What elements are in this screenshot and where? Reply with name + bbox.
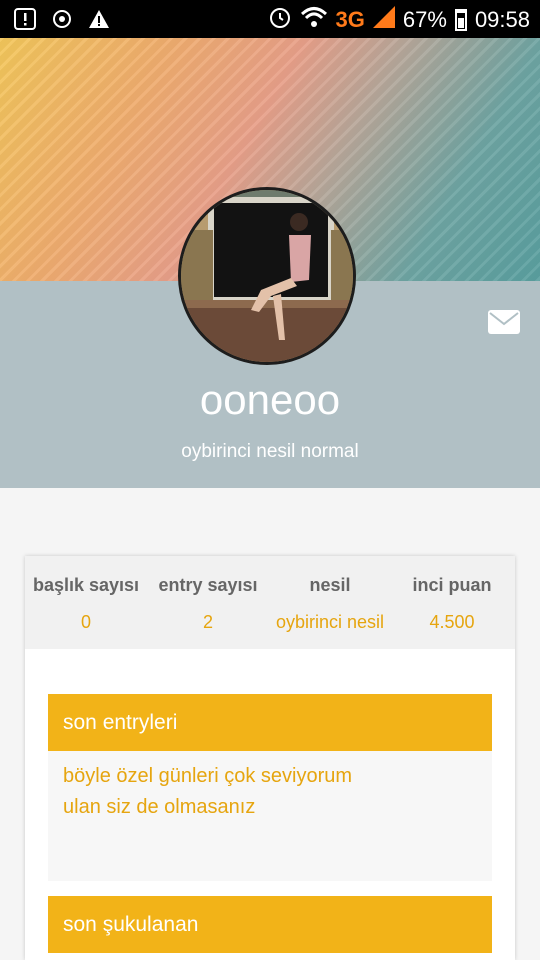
entry-line: ulan siz de olmasanız bbox=[63, 796, 256, 818]
profile-header: ooneoo oybirinci nesil normal bbox=[0, 38, 540, 488]
battery-percent: 67% bbox=[402, 7, 447, 32]
notification-icon bbox=[14, 8, 36, 35]
stats-row: başlık sayısı 0 entry sayısı 2 nesil oyb… bbox=[25, 556, 515, 649]
battery-icon bbox=[454, 9, 467, 31]
signal-icon bbox=[372, 6, 395, 34]
recent-entries-header[interactable]: son entryleri bbox=[48, 694, 492, 751]
wifi-icon bbox=[300, 6, 328, 34]
record-icon bbox=[52, 9, 72, 34]
stat-value: oybirinci nesil bbox=[275, 612, 385, 632]
stat-value: 0 bbox=[80, 612, 91, 632]
section-title: son entryleri bbox=[63, 711, 178, 734]
profile-card: başlık sayısı 0 entry sayısı 2 nesil oyb… bbox=[25, 556, 515, 960]
message-button[interactable] bbox=[488, 310, 520, 334]
status-bar: 3G 67% 09:58 bbox=[0, 0, 540, 38]
recent-entries-list: böyle özel günleri çok seviyorum ulan si… bbox=[48, 751, 492, 881]
stat-value: 4.500 bbox=[429, 612, 475, 632]
avatar[interactable] bbox=[178, 187, 356, 365]
warning-icon bbox=[88, 9, 110, 34]
mail-icon bbox=[489, 312, 519, 326]
entry-line: böyle özel günleri çok seviyorum bbox=[63, 765, 353, 787]
entry-link[interactable]: böyle özel günleri çok seviyorum ulan si… bbox=[63, 761, 473, 823]
alarm-icon bbox=[268, 5, 292, 35]
stat-label: inci puan bbox=[412, 575, 492, 595]
stat-label: nesil bbox=[309, 575, 351, 595]
stat-label: başlık sayısı bbox=[32, 575, 140, 595]
recent-likes-header[interactable]: son şukulanan bbox=[48, 896, 492, 953]
stat-value: 2 bbox=[202, 612, 213, 632]
stat-label: entry sayısı bbox=[158, 575, 258, 595]
user-rank: oybirinci nesil normal bbox=[181, 441, 359, 462]
username: ooneoo bbox=[199, 376, 341, 423]
section-title: son şukulanan bbox=[63, 913, 199, 936]
network-type: 3G bbox=[335, 7, 365, 32]
clock: 09:58 bbox=[474, 7, 530, 32]
